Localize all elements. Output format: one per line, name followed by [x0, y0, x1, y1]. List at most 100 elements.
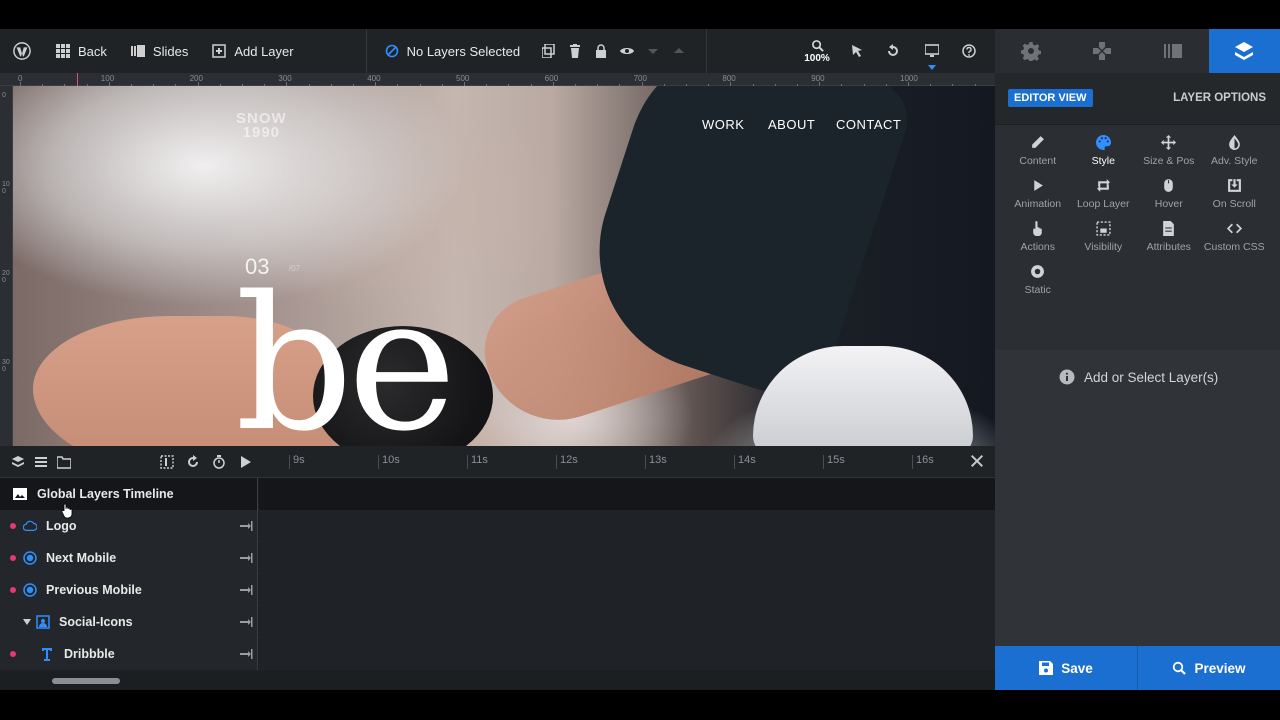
duplicate-icon[interactable]	[536, 29, 562, 73]
mouse-cursor-icon	[61, 503, 73, 519]
jump-to-icon[interactable]	[239, 551, 253, 565]
layer-row-previous-mobile[interactable]: Previous Mobile	[0, 574, 995, 606]
option-static[interactable]: Static	[1005, 264, 1071, 296]
ruler-label: 500	[456, 74, 470, 83]
layer-row-logo[interactable]: Logo	[0, 510, 995, 542]
eye-icon[interactable]	[614, 29, 640, 73]
option-label: Actions	[1020, 241, 1055, 253]
jump-to-icon[interactable]	[239, 647, 253, 661]
loop-toggle-icon[interactable]	[185, 454, 201, 470]
ruler-label: 100	[2, 181, 10, 195]
ruler-horizontal[interactable]: 0 100 200 300 400 500 600 700 800 900 1000	[0, 73, 995, 86]
layer-track[interactable]	[259, 542, 995, 574]
tab-settings[interactable]	[995, 29, 1066, 73]
option-on-scroll[interactable]: On Scroll	[1202, 178, 1268, 210]
wordpress-icon[interactable]	[0, 29, 44, 73]
option-hover[interactable]: Hover	[1136, 178, 1202, 210]
slide-nav-contact[interactable]: CONTACT	[836, 117, 901, 132]
empty-state-hint: Add or Select Layer(s)	[1059, 369, 1218, 385]
jump-to-icon[interactable]	[239, 615, 253, 629]
timeline-time-label: 9s	[293, 454, 305, 466]
desktop-icon[interactable]	[913, 29, 951, 73]
panel-header: EDITOR VIEW LAYER OPTIONS	[995, 73, 1280, 125]
panel-tabs	[995, 29, 1280, 73]
slide-logo[interactable]: SNOW 1990	[236, 111, 287, 140]
expand-caret-icon[interactable]	[23, 619, 31, 625]
move-up-icon[interactable]	[666, 29, 692, 73]
ruler-vertical[interactable]: 0 100 200 300	[0, 86, 13, 446]
option-loop-layer[interactable]: Loop Layer	[1071, 178, 1137, 210]
slide-nav-about[interactable]: ABOUT	[768, 117, 815, 132]
option-label: Attributes	[1146, 241, 1191, 253]
slides-library-icon	[1164, 44, 1183, 58]
play-icon	[1034, 180, 1044, 191]
slides-icon	[130, 45, 145, 57]
option-animation[interactable]: Animation	[1005, 178, 1071, 210]
layer-row-global[interactable]: Global Layers Timeline	[0, 478, 995, 510]
option-adv-style[interactable]: Adv. Style	[1202, 135, 1268, 167]
option-size-pos[interactable]: Size & Pos	[1136, 135, 1202, 167]
slide-nav-work[interactable]: WORK	[702, 117, 744, 132]
slides-button[interactable]: Slides	[119, 29, 200, 73]
search-icon	[1173, 661, 1187, 675]
option-visibility[interactable]: Visibility	[1071, 221, 1137, 253]
option-content[interactable]: Content	[1005, 135, 1071, 167]
layer-track[interactable]	[259, 638, 995, 670]
layer-row-dribbble[interactable]: Dribbble	[0, 638, 995, 670]
jump-to-icon[interactable]	[239, 583, 253, 597]
gear-icon	[1020, 42, 1041, 61]
option-actions[interactable]: Actions	[1005, 221, 1071, 253]
letterbox-bottom	[0, 690, 1280, 720]
help-icon[interactable]	[955, 29, 983, 73]
palette-icon	[1095, 135, 1111, 150]
layer-options-grid: Content Style Size & Pos Adv. Style Anim…	[1005, 135, 1270, 296]
stopwatch-icon[interactable]	[211, 454, 227, 470]
layer-track[interactable]	[259, 510, 995, 542]
preview-button[interactable]: Preview	[1137, 646, 1280, 690]
option-label: Custom CSS	[1203, 241, 1265, 253]
slide-canvas[interactable]: SNOW 1990 WORK ABOUT CONTACT 03 /07 be	[13, 86, 995, 446]
lock-icon[interactable]	[588, 29, 614, 73]
timeline-close-icon[interactable]	[969, 453, 987, 471]
option-style[interactable]: Style	[1071, 135, 1137, 167]
list-icon[interactable]	[33, 454, 49, 470]
timeline-time-label: 13s	[649, 454, 667, 466]
layer-row-social-icons[interactable]: Social-Icons	[0, 606, 995, 638]
tab-navigation[interactable]	[1066, 29, 1137, 73]
layer-track[interactable]	[259, 606, 995, 638]
select-area-icon[interactable]	[159, 454, 175, 470]
move-down-icon[interactable]	[640, 29, 666, 73]
layer-name: Dribbble	[64, 647, 115, 661]
save-button[interactable]: Save	[995, 646, 1137, 690]
add-layer-button[interactable]: Add Layer	[200, 29, 365, 73]
trash-icon[interactable]	[562, 29, 588, 73]
layers-stack-icon[interactable]	[10, 454, 26, 470]
layer-track[interactable]	[259, 478, 995, 510]
slide-headline[interactable]: be	[235, 272, 457, 447]
option-attributes[interactable]: Attributes	[1136, 221, 1202, 253]
tab-layers[interactable]	[1208, 29, 1280, 73]
timeline-time-label: 14s	[738, 454, 756, 466]
ruler-label: 300	[278, 74, 292, 83]
timeline-tick	[645, 455, 646, 469]
editor-view-button[interactable]: EDITOR VIEW	[1008, 89, 1093, 107]
ruler-label: 0	[2, 92, 6, 99]
play-icon[interactable]	[237, 454, 253, 470]
folder-icon[interactable]	[56, 454, 72, 470]
timeline-tick	[467, 455, 468, 469]
zoom-control[interactable]: 100%	[797, 39, 837, 64]
layer-options-button[interactable]: LAYER OPTIONS	[1173, 92, 1266, 104]
jump-to-icon[interactable]	[239, 519, 253, 533]
timeline-horizontal-scrollbar[interactable]	[52, 678, 120, 684]
option-custom-css[interactable]: Custom CSS	[1202, 221, 1268, 253]
ruler-label: 200	[2, 270, 10, 284]
tab-slides[interactable]	[1138, 29, 1209, 73]
layer-selection-status[interactable]: No Layers Selected	[373, 29, 536, 73]
back-button[interactable]: Back	[44, 29, 119, 73]
image-icon	[12, 486, 28, 502]
layer-track[interactable]	[259, 574, 995, 606]
layer-row-next-mobile[interactable]: Next Mobile	[0, 542, 995, 574]
undo-icon[interactable]	[877, 29, 909, 73]
pointer-icon[interactable]	[841, 29, 873, 73]
add-layer-icon	[212, 44, 227, 58]
